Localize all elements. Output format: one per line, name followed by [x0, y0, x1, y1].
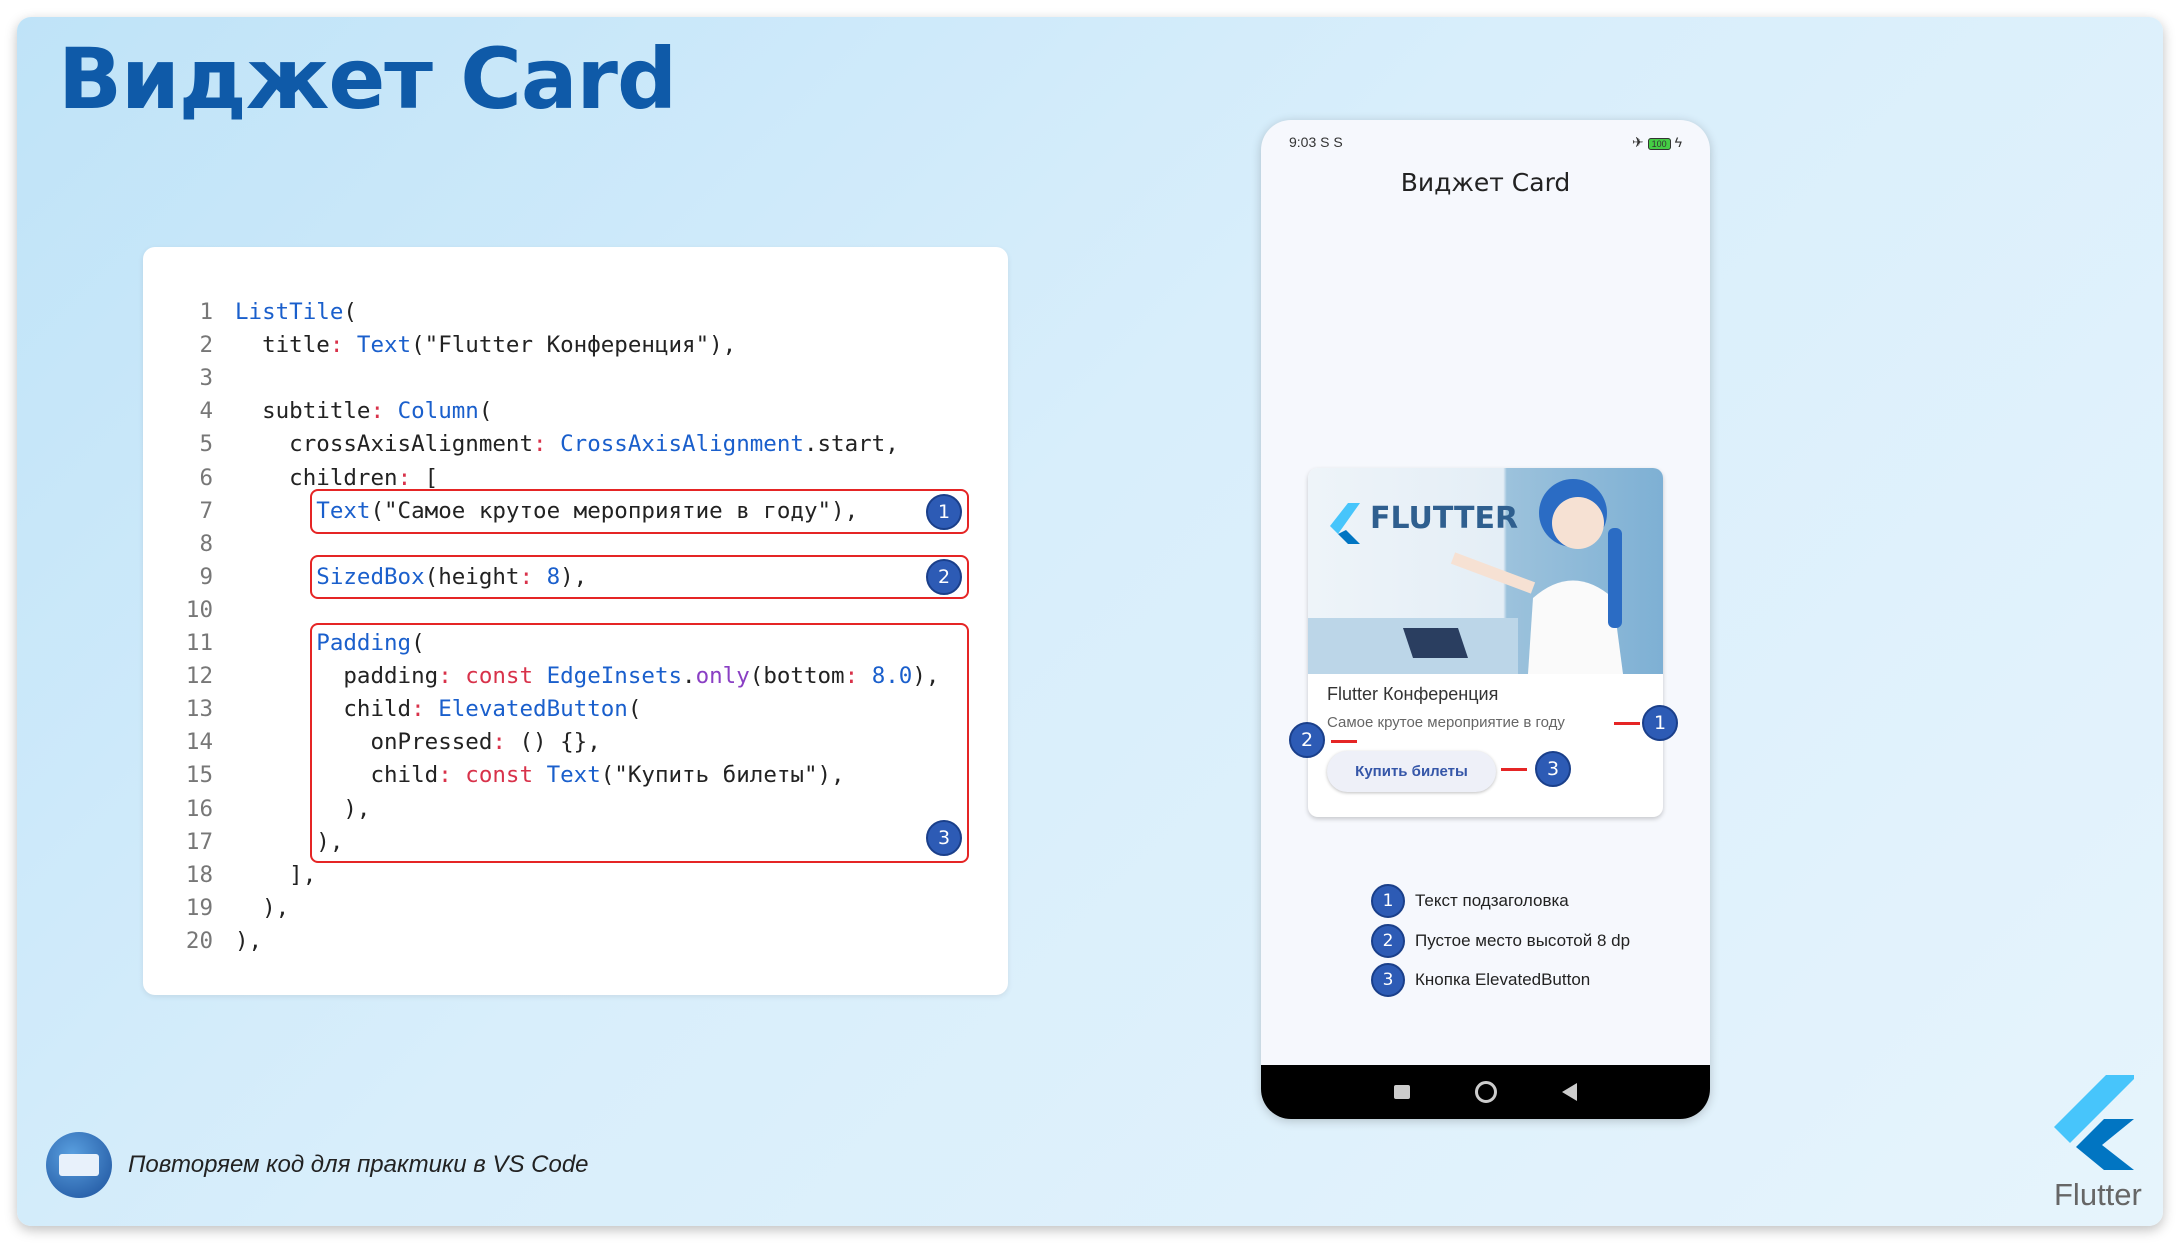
android-nav-bar: [1261, 1065, 1710, 1119]
card-image: FLUTTER: [1308, 468, 1663, 674]
line-number: 20: [185, 927, 213, 954]
code-token: (: [478, 398, 493, 425]
line-number: 10: [185, 596, 213, 623]
legend-item: 2 Пустое место высотой 8 dp: [1371, 924, 1630, 958]
line-number: 17: [185, 828, 213, 855]
line-number: 8: [199, 530, 213, 557]
marker-3: 3: [926, 820, 962, 856]
highlight-box-1: [310, 489, 969, 534]
code-token: [: [424, 464, 439, 491]
recents-button[interactable]: [1393, 1085, 1410, 1099]
clock: 9:03: [1289, 134, 1317, 150]
line-number: 12: [185, 663, 213, 690]
code-token: Column: [397, 398, 479, 425]
line-number: 9: [199, 563, 213, 590]
line-number: 18: [185, 861, 213, 888]
line-number: 1: [199, 299, 213, 325]
arrow-1: [1614, 722, 1640, 725]
card: FLUTTER Flutter Конференция Самое крутое…: [1308, 468, 1663, 817]
code-text: ListTile(: [235, 296, 357, 329]
footer-note: Повторяем код для практики в VS Code: [46, 1132, 589, 1198]
arrow-3: [1501, 768, 1527, 771]
legend-item: 1 Текст подзаголовка: [1371, 884, 1569, 918]
annotation-1: 1: [1642, 705, 1678, 741]
code-token: children: [235, 464, 398, 491]
code-token: .start,: [803, 431, 899, 458]
battery-icon: 100: [1647, 138, 1671, 150]
line-number: 5: [199, 431, 213, 458]
footer-text: Повторяем код для практики в VS Code: [128, 1151, 589, 1178]
app-bar-title: Виджет Card: [1400, 168, 1571, 197]
line-number: 6: [199, 464, 213, 491]
legend-text: Кнопка ElevatedButton: [1415, 970, 1591, 989]
code-text: ),: [235, 892, 289, 925]
code-text: subtitle: Column(: [235, 395, 492, 428]
conference-illustration: FLUTTER: [1308, 479, 1623, 674]
code-token: :: [397, 464, 425, 491]
line-number: 13: [185, 696, 213, 723]
code-token: (: [343, 299, 357, 325]
code-token: :: [329, 332, 357, 359]
code-token: Text: [356, 332, 412, 359]
slide-title: Виджет Card: [58, 30, 677, 128]
flutter-logo-icon: [2054, 1075, 2134, 1170]
code-token: :: [533, 431, 561, 458]
code-token: ("Flutter Конференция"),: [411, 332, 737, 359]
code-text: title: Text("Flutter Конференция"),: [235, 329, 736, 362]
line-number: 15: [185, 762, 213, 789]
svg-text:FLUTTER: FLUTTER: [1370, 501, 1518, 536]
line-number: 4: [199, 398, 213, 425]
line-number: 7: [199, 497, 213, 524]
legend-number: 1: [1371, 884, 1405, 918]
home-button[interactable]: [1474, 1081, 1497, 1103]
annotation-2: 2: [1289, 722, 1325, 758]
code-token: title: [235, 332, 330, 359]
code-token: ),: [235, 927, 263, 954]
airplane-icon: ✈: [1632, 134, 1644, 150]
line-number: 3: [199, 365, 213, 392]
highlight-box-3: [310, 623, 969, 863]
code-token: CrossAxisAlignment: [560, 431, 804, 458]
marker-2: 2: [926, 559, 962, 595]
buy-tickets-button[interactable]: Купить билеты: [1327, 751, 1496, 792]
code-token: crossAxisAlignment: [235, 431, 534, 458]
legend-text: Пустое место высотой 8 dp: [1415, 931, 1631, 950]
phone-mockup: 9:03 S S ✈ 100 ϟ Виджет Card FLUTTER Flu…: [1261, 120, 1710, 1119]
line-number: 16: [185, 795, 213, 822]
arrow-2: [1331, 740, 1357, 743]
code-token: ListTile: [235, 299, 344, 325]
status-bar: 9:03 S S ✈ 100 ϟ: [1289, 134, 1682, 151]
charging-icon: ϟ: [1674, 134, 1682, 150]
code-text: ],: [235, 859, 316, 892]
code-text: crossAxisAlignment: CrossAxisAlignment.s…: [235, 428, 899, 461]
flutter-brand-text: Flutter: [2054, 1177, 2142, 1212]
line-number: 11: [185, 630, 213, 656]
line-number: 14: [185, 729, 213, 756]
legend-number: 2: [1371, 924, 1405, 958]
code-token: subtitle: [235, 398, 371, 425]
notification-icons: S S: [1320, 134, 1343, 150]
code-token: :: [370, 398, 398, 425]
legend-text: Текст подзаголовка: [1415, 891, 1569, 910]
back-button[interactable]: [1562, 1083, 1578, 1101]
line-number: 19: [185, 894, 213, 921]
card-title: Flutter Конференция: [1327, 684, 1499, 704]
annotation-3: 3: [1535, 751, 1571, 787]
code-token: ],: [235, 861, 317, 888]
code-text: ),: [235, 925, 262, 958]
legend-number: 3: [1371, 963, 1405, 997]
marker-1: 1: [926, 494, 962, 530]
code-token: ),: [235, 894, 290, 921]
legend-item: 3 Кнопка ElevatedButton: [1371, 963, 1590, 997]
line-number: 2: [199, 332, 213, 359]
keyboard-icon: [46, 1132, 112, 1198]
card-subtitle: Самое крутое мероприятие в году: [1327, 714, 1565, 731]
highlight-box-2: [310, 555, 969, 599]
